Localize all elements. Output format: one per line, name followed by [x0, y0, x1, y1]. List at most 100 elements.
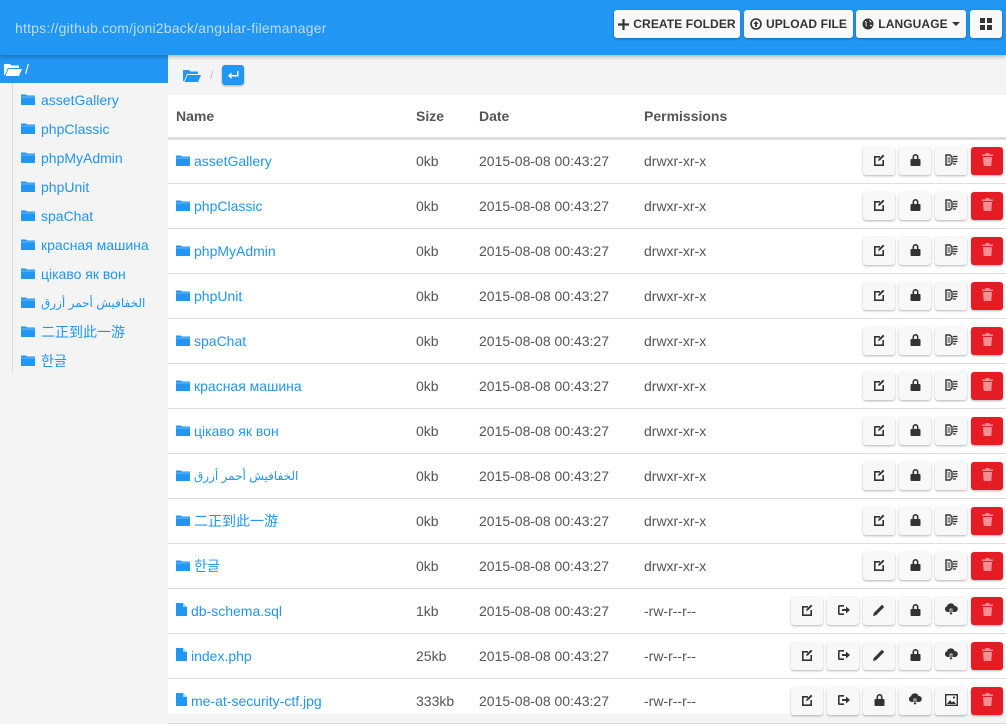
table-row[interactable]: 한글 0kb 2015-08-08 00:43:27 drwxr-xr-x [168, 543, 1006, 589]
item-name-link[interactable]: красная машина [176, 378, 302, 394]
download-button[interactable] [899, 686, 931, 715]
delete-button[interactable] [971, 551, 1003, 580]
permissions-button[interactable] [899, 236, 931, 265]
table-row[interactable]: цікаво як вон 0kb 2015-08-08 00:43:27 drwxr… [168, 408, 1006, 454]
compress-button[interactable] [935, 236, 967, 265]
table-row[interactable]: db-schema.sql 1kb 2015-08-08 00:43:27 -rw-r… [168, 588, 1006, 634]
sidebar-folder-item[interactable]: цікаво як вон [13, 259, 168, 288]
item-name-link[interactable]: 한글 [176, 556, 220, 576]
rename-button[interactable] [791, 596, 823, 625]
delete-button[interactable] [971, 326, 1003, 355]
item-name-link[interactable]: assetGallery [176, 153, 272, 169]
table-row[interactable]: phpMyAdmin 0kb 2015-08-08 00:43:27 drwxr-xr… [168, 228, 1006, 274]
rename-button[interactable] [863, 551, 895, 580]
download-button[interactable] [935, 641, 967, 670]
item-name-link[interactable]: الخفافيش أحمر أزرق [176, 468, 298, 484]
sidebar-folder-item[interactable]: красная машина [13, 230, 168, 259]
table-row[interactable]: 二正到此一游 0kb 2015-08-08 00:43:27 drwxr-xr-x [168, 498, 1006, 544]
delete-button[interactable] [971, 371, 1003, 400]
sidebar-folder-item[interactable]: الخفافيش أحمر أزرق [13, 288, 168, 317]
sidebar-folder-item[interactable]: phpUnit [13, 172, 168, 201]
edit-button[interactable] [863, 596, 895, 625]
delete-button[interactable] [971, 461, 1003, 490]
item-name-link[interactable]: 二正到此一游 [176, 511, 278, 531]
compress-button[interactable] [935, 416, 967, 445]
table-row[interactable]: me-at-security-ctf.jpg 333kb 2015-08-08 00… [168, 678, 1006, 724]
rename-button[interactable] [863, 326, 895, 355]
table-row[interactable]: assetGallery 0kb 2015-08-08 00:43:27 drwxr-… [168, 138, 1006, 184]
item-name-link[interactable]: index.php [176, 647, 252, 664]
compress-button[interactable] [935, 326, 967, 355]
permissions-button[interactable] [899, 191, 931, 220]
permissions-button[interactable] [899, 416, 931, 445]
compress-button[interactable] [935, 461, 967, 490]
sidebar-folder-item[interactable]: 한글 [13, 346, 168, 375]
view-toggle-button[interactable] [970, 10, 1002, 38]
create-folder-button[interactable]: CREATE FOLDER [614, 10, 740, 38]
item-name-link[interactable]: me-at-security-ctf.jpg [176, 692, 322, 709]
sidebar-folder-item[interactable]: phpMyAdmin [13, 143, 168, 172]
rename-button[interactable] [863, 281, 895, 310]
item-name-link[interactable]: phpClassic [176, 198, 262, 214]
item-name-link[interactable]: db-schema.sql [176, 602, 282, 619]
table-row[interactable]: phpUnit 0kb 2015-08-08 00:43:27 drwxr-xr-x [168, 273, 1006, 319]
item-name-link[interactable]: phpUnit [176, 288, 242, 304]
delete-button[interactable] [971, 641, 1003, 670]
rename-button[interactable] [863, 236, 895, 265]
download-button[interactable] [935, 596, 967, 625]
rename-button[interactable] [863, 147, 895, 175]
permissions-button[interactable] [899, 506, 931, 535]
compress-button[interactable] [935, 191, 967, 220]
edit-button[interactable] [863, 641, 895, 670]
delete-button[interactable] [971, 147, 1003, 175]
sidebar-folder-item[interactable]: spaChat [13, 201, 168, 230]
delete-button[interactable] [971, 191, 1003, 220]
compress-button[interactable] [935, 551, 967, 580]
permissions-button[interactable] [899, 641, 931, 670]
column-header-date[interactable]: Date [479, 95, 644, 140]
column-header-permissions[interactable]: Permissions [644, 95, 774, 140]
delete-button[interactable] [971, 506, 1003, 535]
column-header-size[interactable]: Size [416, 95, 479, 140]
go-up-button[interactable] [222, 65, 245, 85]
compress-button[interactable] [935, 281, 967, 310]
delete-button[interactable] [971, 236, 1003, 265]
delete-button[interactable] [971, 686, 1003, 715]
permissions-button[interactable] [899, 371, 931, 400]
column-header-name[interactable]: Name [168, 95, 416, 140]
compress-button[interactable] [935, 506, 967, 535]
rename-button[interactable] [863, 416, 895, 445]
permissions-button[interactable] [899, 596, 931, 625]
table-row[interactable]: spaChat 0kb 2015-08-08 00:43:27 drwxr-xr-x [168, 318, 1006, 364]
sidebar-folder-item[interactable]: assetGallery [13, 85, 168, 114]
rename-button[interactable] [791, 686, 823, 715]
delete-button[interactable] [971, 281, 1003, 310]
item-name-link[interactable]: spaChat [176, 333, 246, 349]
item-name-link[interactable]: phpMyAdmin [176, 243, 276, 259]
permissions-button[interactable] [899, 461, 931, 490]
rename-button[interactable] [863, 191, 895, 220]
upload-file-button[interactable]: UPLOAD FILE [744, 10, 853, 38]
delete-button[interactable] [971, 416, 1003, 445]
table-row[interactable]: الخفافيش أحمر أزرق 0kb 2015-08-08 00:43:27… [168, 453, 1006, 499]
rename-button[interactable] [791, 641, 823, 670]
compress-button[interactable] [935, 147, 967, 175]
table-row[interactable]: phpClassic 0kb 2015-08-08 00:43:27 drwxr-xr… [168, 183, 1006, 229]
sidebar-folder-item[interactable]: 二正到此一游 [13, 317, 168, 346]
delete-button[interactable] [971, 596, 1003, 625]
move-button[interactable] [827, 596, 859, 625]
table-row[interactable]: index.php 25kb 2015-08-08 00:43:27 -rw-r--r… [168, 633, 1006, 679]
rename-button[interactable] [863, 461, 895, 490]
tree-root-item[interactable]: / [0, 55, 168, 83]
permissions-button[interactable] [899, 551, 931, 580]
folder-open-icon[interactable] [183, 69, 201, 82]
language-dropdown[interactable]: LANGUAGE [856, 10, 966, 38]
rename-button[interactable] [863, 506, 895, 535]
move-button[interactable] [827, 686, 859, 715]
move-button[interactable] [827, 641, 859, 670]
compress-button[interactable] [935, 371, 967, 400]
rename-button[interactable] [863, 371, 895, 400]
permissions-button[interactable] [899, 281, 931, 310]
item-name-link[interactable]: цікаво як вон [176, 423, 279, 439]
table-row[interactable]: красная машина 0kb 2015-08-08 00:43:27 drwx… [168, 363, 1006, 409]
